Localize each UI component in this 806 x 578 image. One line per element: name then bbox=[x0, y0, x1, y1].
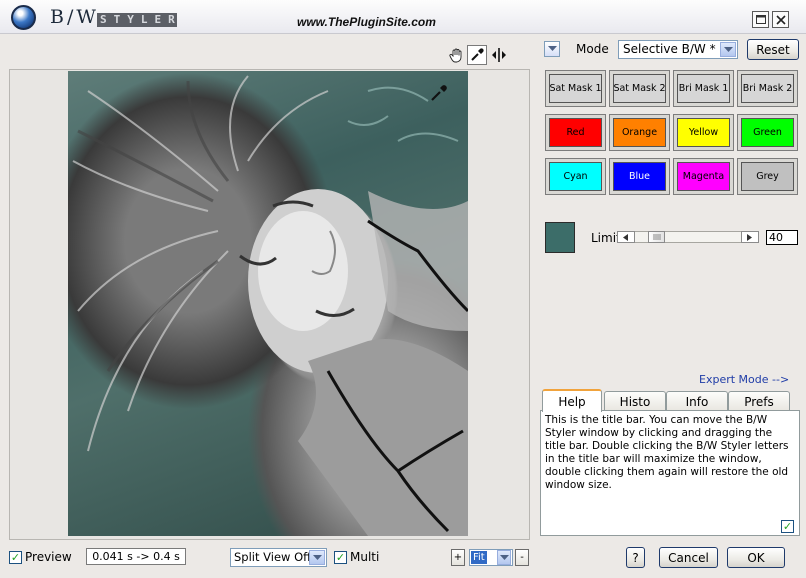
limit-color-swatch[interactable] bbox=[545, 222, 575, 253]
swatch-label: Bri Mask 1 bbox=[677, 74, 730, 103]
swatch-label: Yellow bbox=[677, 118, 730, 147]
swatch-green[interactable]: Green bbox=[737, 114, 798, 151]
swatch-label: Orange bbox=[613, 118, 666, 147]
brand-bw-text[interactable]: B/W bbox=[50, 6, 99, 28]
limit-increase-button[interactable] bbox=[741, 231, 759, 243]
preview-image[interactable] bbox=[68, 71, 468, 536]
maximize-button[interactable] bbox=[752, 11, 769, 28]
multi-checkbox[interactable]: ✓ bbox=[334, 551, 347, 564]
mode-select[interactable]: Selective B/W * bbox=[618, 40, 738, 59]
tab-help[interactable]: Help bbox=[542, 389, 602, 412]
photo-drawing bbox=[72, 75, 468, 536]
swatch-label: Sat Mask 2 bbox=[613, 74, 666, 103]
help-text-panel: This is the title bar. You can move the … bbox=[540, 410, 800, 536]
limit-decrease-button[interactable] bbox=[617, 231, 635, 243]
split-view-select[interactable]: Split View Off bbox=[230, 548, 327, 567]
compare-icon bbox=[492, 48, 506, 62]
swatch-label: Sat Mask 1 bbox=[549, 74, 602, 103]
help-button[interactable]: ? bbox=[626, 547, 645, 568]
swatch-label: Red bbox=[549, 118, 602, 147]
swatch-orange[interactable]: Orange bbox=[609, 114, 670, 151]
close-button[interactable] bbox=[772, 11, 789, 28]
limit-slider-thumb[interactable] bbox=[648, 231, 665, 243]
expert-mode-link[interactable]: Expert Mode --> bbox=[699, 373, 789, 386]
help-panel-checkbox[interactable]: ✓ bbox=[781, 520, 794, 533]
mode-label: Mode bbox=[576, 42, 609, 56]
swatch-label: Grey bbox=[741, 162, 794, 191]
chevron-down-icon[interactable] bbox=[720, 42, 736, 57]
site-url: www.ThePluginSite.com bbox=[297, 15, 436, 29]
swatch-magenta[interactable]: Magenta bbox=[673, 158, 734, 195]
ok-button[interactable]: OK bbox=[727, 547, 785, 568]
swatch-grey[interactable]: Grey bbox=[737, 158, 798, 195]
swatch-cyan[interactable]: Cyan bbox=[545, 158, 606, 195]
swatch-sat-mask-1[interactable]: Sat Mask 1 bbox=[545, 70, 606, 107]
arrow-right-icon bbox=[747, 233, 752, 241]
preview-checkbox[interactable]: ✓ bbox=[9, 551, 22, 564]
zoom-select[interactable]: Fit bbox=[469, 549, 513, 566]
chevron-down-icon[interactable] bbox=[497, 550, 511, 565]
grip-icon bbox=[653, 234, 661, 240]
arrow-left-icon bbox=[623, 233, 628, 241]
swatch-bri-mask-2[interactable]: Bri Mask 2 bbox=[737, 70, 798, 107]
tab-prefs[interactable]: Prefs bbox=[728, 391, 790, 411]
swatch-label: Green bbox=[741, 118, 794, 147]
cursor-eyedropper-icon bbox=[430, 84, 448, 102]
hand-icon bbox=[449, 48, 462, 63]
cancel-button[interactable]: Cancel bbox=[659, 547, 718, 568]
limit-slider-track[interactable] bbox=[617, 231, 759, 243]
limit-value-input[interactable]: 40 bbox=[766, 230, 798, 245]
preview-label[interactable]: Preview bbox=[25, 550, 72, 564]
tab-info[interactable]: Info bbox=[666, 391, 728, 411]
compare-tool-button[interactable] bbox=[489, 45, 509, 65]
chevron-down-icon[interactable] bbox=[309, 550, 325, 565]
multi-label[interactable]: Multi bbox=[350, 550, 379, 564]
swatch-label: Bri Mask 2 bbox=[741, 74, 794, 103]
timing-readout: 0.041 s -> 0.4 s bbox=[86, 548, 186, 565]
swatch-yellow[interactable]: Yellow bbox=[673, 114, 734, 151]
zoom-value: Fit bbox=[471, 551, 487, 564]
reset-button[interactable]: Reset bbox=[747, 39, 799, 60]
swatch-sat-mask-2[interactable]: Sat Mask 2 bbox=[609, 70, 670, 107]
close-icon bbox=[775, 14, 786, 25]
help-text: This is the title bar. You can move the … bbox=[545, 414, 789, 491]
swatch-label: Blue bbox=[613, 162, 666, 191]
zoom-out-button[interactable]: - bbox=[515, 549, 529, 566]
swatch-label: Cyan bbox=[549, 162, 602, 191]
swatch-bri-mask-1[interactable]: Bri Mask 1 bbox=[673, 70, 734, 107]
brand-styler-text[interactable]: STYLER bbox=[97, 13, 177, 27]
hand-tool-button[interactable] bbox=[447, 45, 467, 65]
maximize-icon bbox=[755, 15, 766, 24]
eyedropper-tool-button[interactable] bbox=[467, 45, 487, 65]
swatch-label: Magenta bbox=[677, 162, 730, 191]
logo-icon bbox=[11, 5, 36, 30]
mode-collapse-toggle[interactable] bbox=[544, 41, 560, 57]
eyedropper-icon bbox=[471, 48, 484, 61]
chevron-down-icon bbox=[547, 46, 557, 51]
split-view-value: Split View Off bbox=[234, 550, 312, 564]
swatch-red[interactable]: Red bbox=[545, 114, 606, 151]
zoom-in-button[interactable]: + bbox=[451, 549, 465, 566]
tab-histo[interactable]: Histo bbox=[604, 391, 666, 411]
mode-select-value: Selective B/W * bbox=[623, 42, 716, 56]
swatch-blue[interactable]: Blue bbox=[609, 158, 670, 195]
